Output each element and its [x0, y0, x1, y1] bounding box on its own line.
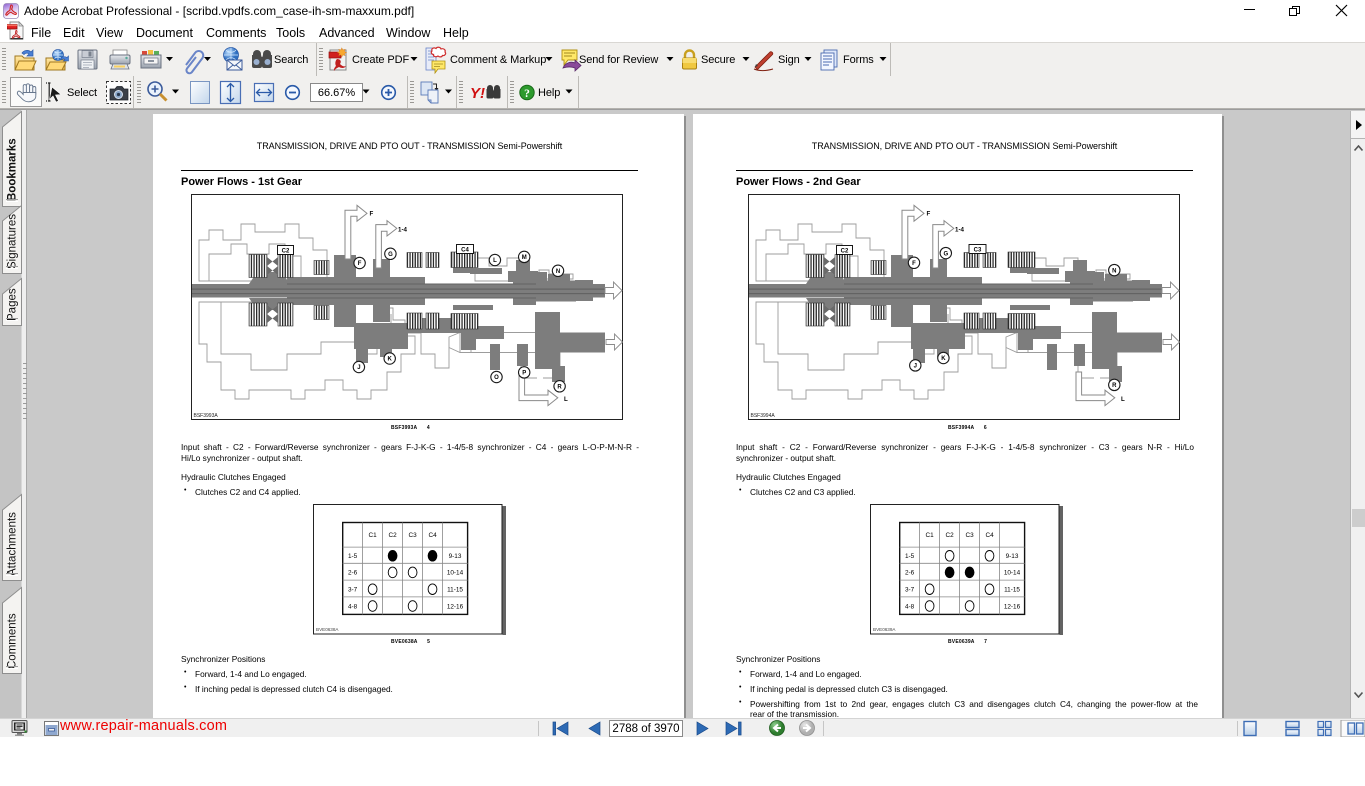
svg-text:R: R [1112, 383, 1117, 389]
svg-text:4-8: 4-8 [905, 603, 915, 610]
svg-text:F: F [927, 211, 931, 218]
svg-text:3-7: 3-7 [348, 586, 358, 593]
svg-text:R: R [557, 385, 562, 391]
svg-text:C1: C1 [369, 532, 378, 539]
svg-text:1-4: 1-4 [955, 227, 965, 234]
svg-text:N: N [556, 269, 560, 275]
svg-text:K: K [941, 356, 946, 362]
svg-text:J: J [357, 365, 360, 371]
svg-text:K: K [388, 357, 393, 363]
svg-text:L: L [564, 396, 568, 403]
svg-text:1-5: 1-5 [905, 553, 915, 560]
svg-text:O: O [494, 375, 499, 381]
svg-text:F: F [912, 261, 916, 267]
svg-text:C4: C4 [986, 532, 995, 539]
svg-text:1-4: 1-4 [398, 227, 408, 234]
svg-text:10-14: 10-14 [447, 570, 464, 577]
svg-text:M: M [522, 255, 527, 261]
svg-text:BSF3993A: BSF3993A [194, 413, 219, 419]
svg-text:BSF3994A: BSF3994A [751, 413, 776, 419]
svg-text:12-16: 12-16 [1004, 603, 1021, 610]
svg-text:9-13: 9-13 [1006, 553, 1019, 560]
svg-text:Attachments: Attachments [7, 512, 19, 576]
svg-text:3-7: 3-7 [905, 586, 915, 593]
svg-text:F: F [370, 211, 374, 218]
svg-text:F: F [358, 261, 362, 267]
svg-text:L: L [1121, 396, 1125, 403]
svg-text:Pages: Pages [7, 288, 19, 321]
svg-text:C2: C2 [841, 249, 849, 255]
svg-text:C1: C1 [926, 532, 935, 539]
svg-text:2-6: 2-6 [905, 570, 915, 577]
svg-text:BVE0639A: BVE0639A [873, 627, 896, 632]
svg-text:BVE0638A: BVE0638A [316, 627, 339, 632]
svg-text:G: G [943, 251, 948, 257]
svg-text:4-8: 4-8 [348, 603, 358, 610]
svg-text:11-15: 11-15 [1004, 586, 1020, 593]
svg-text:9-13: 9-13 [449, 553, 462, 560]
svg-text:Bookmarks: Bookmarks [7, 138, 19, 201]
svg-text:C4: C4 [429, 532, 438, 539]
svg-text:N: N [1112, 268, 1116, 274]
svg-text:L: L [493, 258, 497, 264]
svg-text:C3: C3 [974, 248, 982, 254]
svg-text:1-5: 1-5 [348, 553, 358, 560]
svg-text:12-16: 12-16 [447, 603, 464, 610]
svg-text:C3: C3 [409, 532, 418, 539]
svg-text:Comments: Comments [7, 613, 19, 669]
svg-text:11-15: 11-15 [447, 586, 463, 593]
svg-text:C3: C3 [966, 532, 975, 539]
svg-text:Signatures: Signatures [7, 214, 19, 269]
svg-text:C2: C2 [946, 532, 955, 539]
svg-text:2-6: 2-6 [348, 570, 358, 577]
svg-text:Y!: Y! [470, 85, 485, 102]
svg-text:J: J [914, 364, 917, 370]
svg-text:G: G [388, 252, 393, 258]
svg-text:C2: C2 [282, 249, 290, 255]
svg-text:?: ? [524, 88, 530, 100]
svg-text:P: P [522, 371, 526, 377]
svg-text:C4: C4 [461, 248, 469, 254]
svg-text:C2: C2 [389, 532, 398, 539]
svg-text:10-14: 10-14 [1004, 570, 1021, 577]
